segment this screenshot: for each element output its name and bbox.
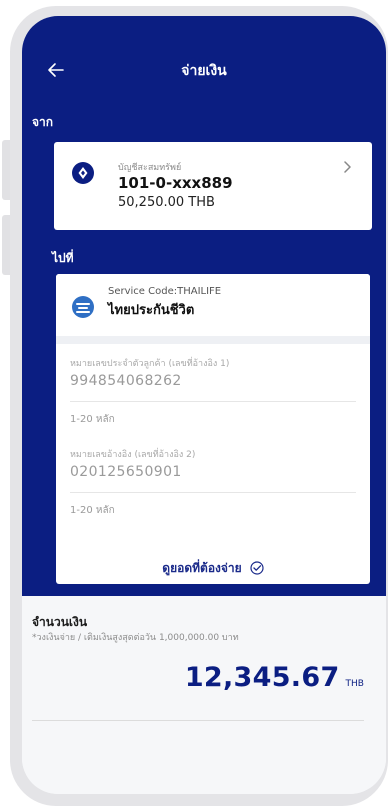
account-balance: 50,250.00 THB xyxy=(118,195,215,210)
ref2-underline xyxy=(70,492,356,493)
ref2-input[interactable]: 020125650901 xyxy=(70,464,182,480)
from-section-label: จาก xyxy=(32,115,54,129)
chevron-right-icon xyxy=(344,161,351,173)
app-screen: จ่ายเงิน จาก บัญชีสะสมทรัพย์ 101-0-xxx88… xyxy=(22,16,386,794)
ref1-input[interactable]: 994854068262 xyxy=(70,373,182,389)
thailife-logo-icon xyxy=(72,296,94,318)
ref2-hint: 1-20 หลัก xyxy=(70,505,115,516)
account-type-label: บัญชีสะสมทรัพย์ xyxy=(118,163,182,173)
payee-header: Service Code:THAILIFE ไทยประกันชีวิต xyxy=(56,274,370,336)
ref2-label: หมายเลขอ้างอิง (เลขที่อ้างอิง 2) xyxy=(70,450,196,460)
amount-currency: THB xyxy=(345,679,364,689)
ref1-underline xyxy=(70,401,356,402)
device-frame: จ่ายเงิน จาก บัญชีสะสมทรัพย์ 101-0-xxx88… xyxy=(0,0,388,808)
amount-value: 12,345.67 xyxy=(184,662,340,693)
to-section-label: ไปที่ xyxy=(52,251,74,265)
page-title: จ่ายเงิน xyxy=(181,63,227,79)
amount-underline xyxy=(32,720,364,721)
check-amount-due-label: ดูยอดที่ต้องจ่าย xyxy=(162,560,242,575)
ref1-hint: 1-20 หลัก xyxy=(70,414,115,425)
coin-icon xyxy=(72,162,94,184)
from-account-card[interactable]: บัญชีสะสมทรัพย์ 101-0-xxx889 50,250.00 T… xyxy=(54,142,372,230)
check-amount-due-button[interactable]: ดูยอดที่ต้องจ่าย xyxy=(56,557,370,579)
service-code: Service Code:THAILIFE xyxy=(108,286,222,297)
payee-card: Service Code:THAILIFE ไทยประกันชีวิต หมา… xyxy=(56,274,370,584)
service-name: ไทยประกันชีวิต xyxy=(108,303,195,318)
check-circle-icon xyxy=(250,561,264,575)
payee-divider xyxy=(56,336,370,344)
amount-section: จำนวนเงิน *วงเงินจ่าย / เติมเงินสูงสุดต่… xyxy=(22,596,386,794)
top-bar: จ่ายเงิน xyxy=(22,56,386,86)
amount-limit-note: *วงเงินจ่าย / เติมเงินสูงสุดต่อวัน 1,000… xyxy=(32,633,239,643)
account-number: 101-0-xxx889 xyxy=(118,174,233,192)
amount-input[interactable]: 12,345.67 THB xyxy=(185,662,364,693)
ref1-label: หมายเลขประจำตัวลูกค้า (เลขที่อ้างอิง 1) xyxy=(70,359,230,369)
